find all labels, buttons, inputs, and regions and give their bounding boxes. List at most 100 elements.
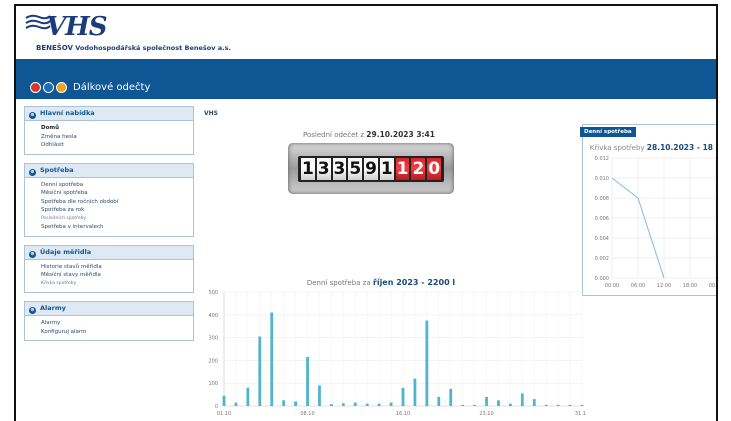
sidebar-link[interactable]: Denní spotřeba <box>41 181 193 190</box>
curve-title: Křivka spotřeby 28.10.2023 - 18 l <box>584 143 718 152</box>
meter-digit: 5 <box>348 158 363 180</box>
x-tick-label: 18:00 <box>683 283 697 289</box>
curve-title-value: 28.10.2023 - 18 l <box>646 143 718 152</box>
logo-company: Vodohospodářská společnost Benešov a.s. <box>75 44 231 52</box>
sidebar-link[interactable]: Měsíční spotřeba <box>41 189 193 198</box>
y-tick-label: 100 <box>208 381 218 387</box>
y-tick-label: 0.000 <box>595 276 609 282</box>
circle-plus-icon: ⊕ <box>29 250 36 258</box>
x-tick-label: 12:00 <box>657 283 671 289</box>
day-bar[interactable] <box>473 404 476 406</box>
sidebar-section-body: Domů Změna hesla Odhlásit <box>25 121 193 154</box>
sidebar-link[interactable]: Posledních spotřeby <box>41 215 193 224</box>
sidebar-link[interactable]: Měsíční stavy měřidla <box>41 271 193 280</box>
banner <box>16 59 716 142</box>
sidebar-section-body: Alarmy Konfiguruj alarm <box>25 316 193 340</box>
logo-town: BENEŠOV <box>36 44 73 52</box>
day-bar[interactable] <box>330 404 333 406</box>
y-tick-label: 500 <box>208 290 218 296</box>
sidebar-section: ⊕ Alarmy Alarmy Konfiguruj alarm <box>24 301 194 341</box>
day-bar[interactable] <box>485 396 488 406</box>
day-bar[interactable] <box>461 404 465 406</box>
y-tick-label: 400 <box>208 313 218 319</box>
sidebar-link[interactable]: Konfiguruj alarm <box>41 328 193 337</box>
banner-title: Dálkové odečty <box>73 82 151 93</box>
sidebar-link[interactable]: Spotřeba za rok <box>41 206 193 215</box>
day-bar[interactable] <box>353 402 357 406</box>
sidebar-link[interactable]: Historie stavů měřidla <box>41 263 193 272</box>
sidebar-section-title: Alarmy <box>40 304 66 312</box>
day-bar[interactable] <box>246 387 250 406</box>
y-tick-label: 0.008 <box>595 196 609 202</box>
sidebar-link[interactable]: Spotřeba dle ročních období <box>41 198 193 207</box>
day-bar[interactable] <box>520 393 524 406</box>
logo-company-name: BENEŠOV Vodohospodářská společnost Beneš… <box>36 44 231 52</box>
meter-digits: 133591120 <box>298 156 444 182</box>
sidebar-section-header[interactable]: ⊕ Údaje měřidla <box>25 245 193 260</box>
circle-plus-icon: ⊕ <box>29 112 36 119</box>
breadcrumb[interactable]: VHS <box>204 110 218 117</box>
meter-digit: 1 <box>395 158 410 180</box>
x-tick-label: 01.10 <box>217 411 231 417</box>
app-window: VHS BENEŠOV Vodohospodářská společnost B… <box>14 4 718 421</box>
y-tick-label: 0.004 <box>595 236 609 242</box>
daily-consumption-tab[interactable]: Denní spotřeba <box>580 127 636 137</box>
sidebar-link[interactable]: Odhlásit <box>41 141 193 150</box>
y-tick-label: 200 <box>208 358 218 364</box>
sidebar-link[interactable]: Alarmy <box>41 319 193 328</box>
sidebar-section-header[interactable]: ⊕ Hlavní nabídka <box>25 107 193 121</box>
day-bar[interactable] <box>425 320 429 407</box>
day-bar[interactable] <box>282 400 286 406</box>
day-bar[interactable] <box>294 401 297 406</box>
y-tick-label: 0.002 <box>595 256 609 262</box>
day-bar[interactable] <box>544 404 548 406</box>
sidebar-link[interactable]: Spotřeba v intervalech <box>41 223 193 232</box>
y-tick-label: 0 <box>215 404 218 410</box>
x-tick-label: 00:00 <box>605 283 619 289</box>
day-bar[interactable] <box>449 388 453 406</box>
flame-icon <box>56 82 67 93</box>
sidebar-link[interactable]: Křivka spotřeby <box>41 280 193 289</box>
day-bar[interactable] <box>413 378 417 406</box>
sidebar-section-header[interactable]: ⊕ Spotřeba <box>25 163 193 178</box>
day-bar[interactable] <box>556 404 560 406</box>
day-bar[interactable] <box>222 395 226 406</box>
day-bar[interactable] <box>509 403 512 406</box>
meter-digit: 3 <box>332 158 347 180</box>
sidebar-section: ⊕ Hlavní nabídka Domů Změna hesla Odhlásit <box>24 106 194 155</box>
day-bar[interactable] <box>318 385 321 406</box>
x-tick-label: 16.10 <box>396 411 410 417</box>
day-bar[interactable] <box>258 336 262 406</box>
sidebar-section: ⊕ Údaje měřidla Historie stavů měřidla Měsí… <box>24 244 194 293</box>
day-bar[interactable] <box>389 402 393 406</box>
water-meter-display: 133591120 <box>288 143 454 194</box>
day-bar[interactable] <box>580 404 584 406</box>
sidebar-link[interactable]: Změna hesla <box>41 133 193 142</box>
day-bar[interactable] <box>377 403 381 406</box>
meter-digit: 3 <box>316 158 331 180</box>
sidebar-section: ⊕ Spotřeba Denní spotřeba Měsíční spotřeba S… <box>24 162 194 237</box>
day-bar[interactable] <box>497 400 500 406</box>
x-tick-label: 31.10 <box>575 411 586 417</box>
sidebar: ⊕ Hlavní nabídka Domů Změna hesla Odhlásit ⊕ S… <box>24 106 194 349</box>
day-bar[interactable] <box>270 312 274 406</box>
sidebar-link[interactable]: Domů <box>41 124 193 133</box>
day-bar[interactable] <box>306 356 309 406</box>
day-bar[interactable] <box>568 404 572 406</box>
day-bar[interactable] <box>401 387 405 406</box>
day-bar[interactable] <box>437 396 441 406</box>
meter-digit: 1 <box>301 158 315 180</box>
day-bar[interactable] <box>365 403 369 406</box>
drop-icon <box>43 82 54 93</box>
curve-title-prefix: Křivka spotřeby <box>589 144 645 152</box>
sidebar-section-title: Spotřeba <box>40 165 74 174</box>
last-reading-prefix: Poslední odečet z <box>303 131 365 139</box>
sidebar-section-title: Hlavní nabídka <box>40 109 95 117</box>
day-bar[interactable] <box>341 403 345 406</box>
day-bar[interactable] <box>532 399 536 406</box>
x-tick-label: 08.10 <box>300 411 314 417</box>
sidebar-section-header[interactable]: ⊕ Alarmy <box>25 302 193 316</box>
day-bar[interactable] <box>234 402 238 406</box>
logo-wordmark[interactable]: VHS <box>46 12 108 42</box>
sidebar-section-title: Údaje měřidla <box>40 247 92 256</box>
